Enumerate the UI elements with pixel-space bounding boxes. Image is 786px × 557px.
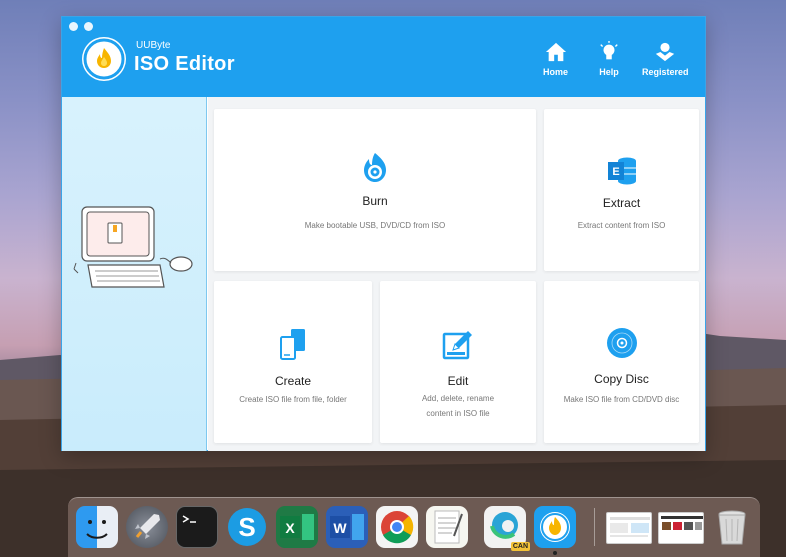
chrome-icon [381,511,414,544]
burn-title: Burn [362,194,388,208]
disc-icon [606,328,637,358]
edit-pencil-icon [442,331,472,360]
app-logo [82,37,126,81]
create-title: Create [274,374,312,388]
copy-disc-card[interactable]: Copy Disc Make ISO file from CD/DVD disc [544,281,699,443]
create-description: Create ISO file from file, folder [239,395,347,404]
svg-text:X: X [285,520,295,536]
extract-icon: E [607,157,636,185]
minimized-window-1[interactable] [606,512,652,544]
app-header: UUByte ISO Editor Home Help Registered [62,17,705,97]
launchpad-dock-icon[interactable] [126,506,168,548]
edit-title: Edit [447,374,469,388]
nav-help-button[interactable]: Help [598,41,620,77]
extract-description: Extract content from ISO [577,221,666,230]
svg-text:E: E [612,166,619,178]
flame-logo-icon [83,38,125,80]
copy-disc-title: Copy Disc [594,372,649,386]
sidebar [62,97,207,451]
user-badge-icon [656,42,675,62]
home-icon [545,42,566,62]
trash-dock-icon[interactable] [711,506,753,548]
skype-dock-icon[interactable]: S [226,506,268,548]
finder-dock-icon[interactable] [76,506,118,548]
window-thumbnail-icon [661,516,703,530]
feature-grid: Burn Make bootable USB, DVD/CD from ISO … [208,97,705,451]
nav-registered-button[interactable]: Registered [642,41,689,77]
lightbulb-icon [600,41,618,60]
extract-title: Extract [602,196,641,210]
nav-registered-label: Registered [642,67,689,77]
edge-canary-dock-icon[interactable]: CAN [484,506,530,551]
uubyte-iso-editor-dock-icon[interactable] [534,506,576,548]
excel-icon: X [280,514,314,540]
create-files-icon [280,329,305,360]
word-dock-icon[interactable]: W [326,506,368,548]
dock-separator [594,508,595,546]
word-icon: W [330,514,364,540]
document-icon [434,510,463,544]
burn-card[interactable]: Burn Make bootable USB, DVD/CD from ISO [214,109,536,271]
create-card[interactable]: Create Create ISO file from file, folder [214,281,372,443]
burn-description: Make bootable USB, DVD/CD from ISO [304,221,446,230]
finder-face-icon [86,520,108,539]
copy-disc-description: Make ISO file from CD/DVD disc [563,395,680,404]
app-window: UUByte ISO Editor Home Help Registered B… [61,16,706,451]
window-thumbnail-icon [610,517,650,537]
can-badge: CAN [510,542,530,551]
close-window-button[interactable] [69,22,78,31]
nav-help-label: Help [599,67,619,77]
edit-description: Add, delete, rename content in ISO file [421,394,495,418]
chrome-dock-icon[interactable] [376,506,418,548]
textedit-dock-icon[interactable] [426,506,468,548]
edit-card[interactable]: Edit Add, delete, rename content in ISO … [380,281,536,443]
svg-text:S: S [238,512,255,542]
terminal-prompt-icon [182,515,196,523]
excel-dock-icon[interactable]: X [276,506,318,548]
nav-home-button[interactable]: Home [543,41,568,77]
running-indicator [553,551,557,555]
svg-text:W: W [333,520,347,536]
minimized-window-2[interactable] [658,512,704,544]
trash-icon [718,510,746,545]
nav-home-label: Home [543,67,569,77]
terminal-dock-icon[interactable] [176,506,218,548]
minimize-window-button[interactable] [84,22,93,31]
dock: S X W CAN [68,497,760,557]
skype-icon: S [228,508,266,546]
brand-company: UUByte [136,40,171,51]
burn-disc-icon [364,153,386,182]
app-title: ISO Editor [134,53,235,75]
rocket-icon [135,514,160,539]
flame-app-icon [540,512,570,542]
extract-card[interactable]: E Extract Extract content from ISO [544,109,699,271]
computer-illustration [73,206,193,288]
window-controls [69,22,93,31]
